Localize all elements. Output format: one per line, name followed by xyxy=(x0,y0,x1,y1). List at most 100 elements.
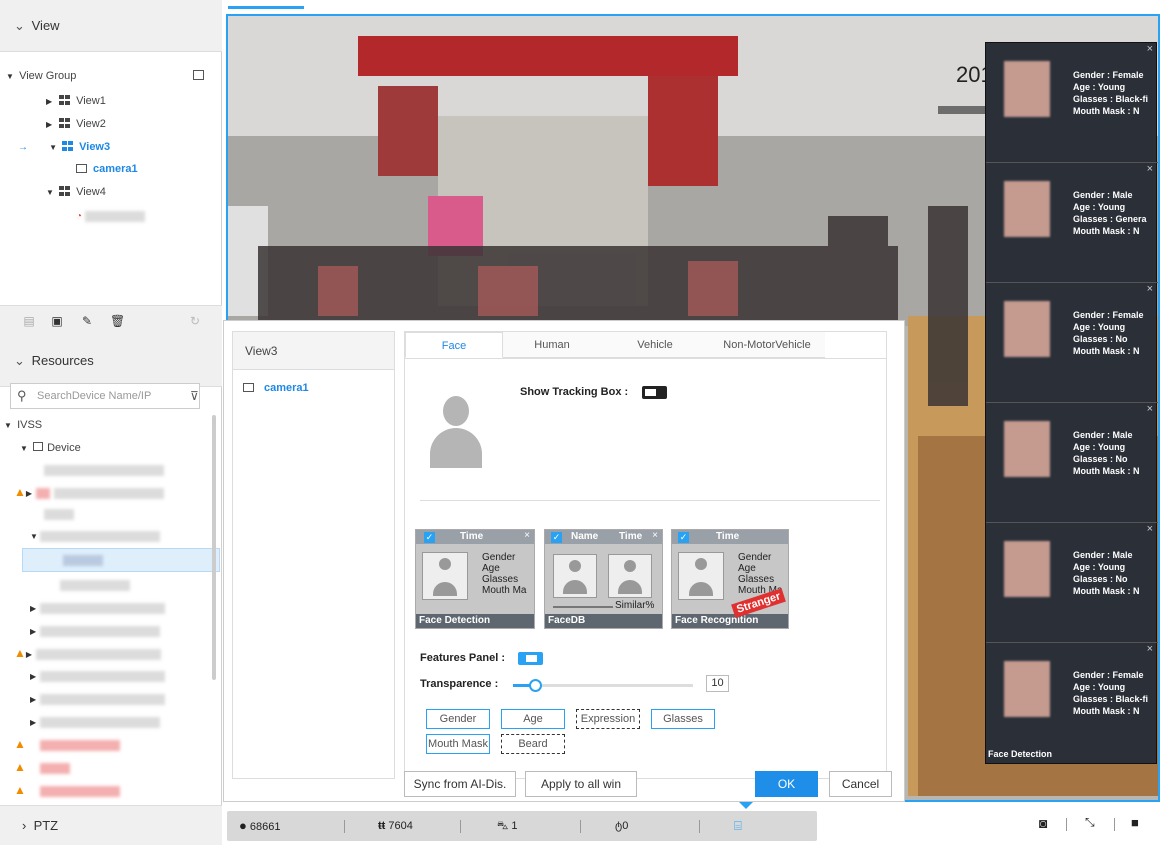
cancel-button[interactable]: Cancel xyxy=(829,771,892,797)
tree-item-label: View3 xyxy=(79,141,111,153)
sample-name-label: Name xyxy=(571,531,599,542)
list-item[interactable]: ▶ xyxy=(30,665,165,687)
people-count[interactable]: ● 68661 xyxy=(239,811,281,841)
transparence-slider-handle[interactable] xyxy=(528,679,542,692)
tab-face[interactable]: Face xyxy=(405,332,503,358)
divider xyxy=(420,500,880,501)
display-settings-icon[interactable]: ⌸ xyxy=(734,811,742,841)
checkbox-checked-icon[interactable]: ✓ xyxy=(551,532,562,543)
warning-icon: ▲ xyxy=(14,783,26,797)
transparence-value-field[interactable]: 10 xyxy=(706,675,729,692)
snapshot-icon[interactable]: ◙ xyxy=(1039,815,1047,831)
tag-age[interactable]: Age xyxy=(501,709,565,729)
sample-header: ✓ Name Time × xyxy=(545,530,662,544)
face-detection-column: × Gender : Female Age : Young Glasses : Bl… xyxy=(985,42,1158,764)
close-icon[interactable]: × xyxy=(1147,163,1153,175)
crowd-count-value: 7604 xyxy=(388,820,413,832)
scrollbar[interactable] xyxy=(212,415,216,680)
vehicle-count[interactable]: ⛍ 1 xyxy=(497,811,518,841)
copy-icon[interactable]: ▤ xyxy=(22,314,36,328)
window-icon[interactable] xyxy=(193,70,204,80)
tree-item-camera1[interactable]: camera1 xyxy=(76,158,138,180)
sample-header: ✓ Time × xyxy=(416,530,534,544)
face-card[interactable]: × Gender : Male Age : Young Glasses : No Mo… xyxy=(986,523,1158,643)
list-item[interactable]: ▲▶ xyxy=(14,481,164,503)
search-input[interactable]: ⚲ SearchDevice Name/IP xyxy=(10,383,200,409)
tree-item-view3[interactable]: → ▼ View3 xyxy=(18,136,110,158)
list-item[interactable]: ▶ xyxy=(30,620,160,642)
tab-vehicle[interactable]: Vehicle xyxy=(601,332,709,358)
resources-section-header[interactable]: ⌄ Resources xyxy=(0,335,222,387)
face-placeholder-icon xyxy=(553,554,597,598)
tag-expression[interactable]: Expression xyxy=(576,709,640,729)
list-item[interactable]: ▶ xyxy=(30,711,160,733)
edit-icon[interactable]: ✎ xyxy=(80,314,94,328)
list-item[interactable]: ▶ xyxy=(30,597,165,619)
delete-icon[interactable]: 🗑 xyxy=(110,314,125,328)
face-placeholder-icon xyxy=(678,552,724,600)
transparence-slider-track[interactable] xyxy=(513,679,693,692)
tag-beard[interactable]: Beard xyxy=(501,734,565,754)
tab-non-motor-vehicle[interactable]: Non-MotorVehicle xyxy=(709,332,825,358)
expand-triangle-icon: ▼ xyxy=(49,143,57,152)
face-thumbnail xyxy=(1004,541,1050,597)
show-tracking-box-toggle[interactable] xyxy=(642,386,667,399)
fullscreen-icon[interactable]: ⤡ xyxy=(1085,815,1095,830)
tree-item-label: IVSS xyxy=(17,419,43,431)
checkbox-checked-icon[interactable]: ✓ xyxy=(424,532,435,543)
tag-mouth-mask[interactable]: Mouth Mask xyxy=(426,734,490,754)
tree-item-view4[interactable]: ▼ View4 xyxy=(46,181,106,203)
list-item[interactable]: ▲ xyxy=(14,756,70,778)
add-view-icon[interactable]: ▣ xyxy=(50,314,64,328)
tag-gender[interactable]: Gender xyxy=(426,709,490,729)
list-item[interactable]: ▲▶ xyxy=(14,642,161,664)
face-card[interactable]: × Gender : Male Age : Young Glasses : Gene… xyxy=(986,163,1158,283)
face-thumbnail xyxy=(1004,61,1050,117)
sample-header: ✓ Time xyxy=(672,530,788,544)
face-card[interactable]: × Gender : Male Age : Young Glasses : No Mo… xyxy=(986,403,1158,523)
close-icon[interactable]: × xyxy=(1147,403,1153,415)
face-card[interactable]: × Gender : Female Age : Young Glasses : No… xyxy=(986,283,1158,403)
view-grid-icon xyxy=(62,141,74,151)
tree-item-view1[interactable]: ▶ View1 xyxy=(46,90,106,112)
ok-button[interactable]: OK xyxy=(755,771,818,797)
window-settings-icon[interactable]: ■ xyxy=(1131,815,1139,830)
tree-item-offline-camera[interactable]: ◔ xyxy=(76,205,146,227)
refresh-icon[interactable]: ↻ xyxy=(188,314,202,328)
list-item[interactable] xyxy=(44,459,164,481)
list-item[interactable] xyxy=(44,503,74,525)
tree-item-view2[interactable]: ▶ View2 xyxy=(46,113,106,135)
selected-tree-row[interactable] xyxy=(22,548,220,572)
view-list-camera[interactable]: camera1 xyxy=(243,382,309,394)
tree-root-ivss[interactable]: ▼ IVSS xyxy=(4,414,42,436)
face-card[interactable]: × Gender : Female Age : Young Glasses : Bl… xyxy=(986,43,1158,163)
sync-from-ai-button[interactable]: Sync from AI-Dis. xyxy=(404,771,516,797)
tab-human[interactable]: Human xyxy=(503,332,601,358)
list-item[interactable]: ▲ xyxy=(14,733,120,755)
close-icon[interactable]: × xyxy=(1147,643,1153,655)
list-item[interactable]: ▼ xyxy=(30,525,160,547)
close-icon[interactable]: × xyxy=(1147,523,1153,535)
view-group[interactable]: ▼ View Group xyxy=(6,65,76,87)
list-item[interactable] xyxy=(60,574,130,596)
sample-time-label: Time xyxy=(619,531,643,542)
camera-icon xyxy=(243,383,254,392)
camera-label: camera1 xyxy=(264,382,309,394)
tag-glasses[interactable]: Glasses xyxy=(651,709,715,729)
close-icon[interactable]: × xyxy=(1147,283,1153,295)
list-item[interactable]: ▲ xyxy=(14,779,120,801)
close-icon[interactable]: × xyxy=(1147,43,1153,55)
sample-attributes: Gender Age Glasses Mouth Ma xyxy=(482,552,527,596)
view-section-header[interactable]: ⌄ View xyxy=(0,0,222,52)
apply-to-all-button[interactable]: Apply to all win xyxy=(525,771,637,797)
filter-icon[interactable]: ⊽ xyxy=(190,389,199,403)
tree-item-device[interactable]: ▼ Device xyxy=(20,437,81,459)
bike-count[interactable]: ტ0 xyxy=(615,811,628,841)
face-card[interactable]: × Gender : Female Age : Young Glasses : Bl… xyxy=(986,643,1158,763)
list-item[interactable]: ▶ xyxy=(30,688,165,710)
features-panel-toggle[interactable] xyxy=(518,652,543,665)
ptz-section-header[interactable]: › PTZ xyxy=(0,805,222,845)
search-icon: ⚲ xyxy=(17,388,27,403)
crowd-count[interactable]: ŧŧ 7604 xyxy=(378,811,413,841)
checkbox-checked-icon[interactable]: ✓ xyxy=(678,532,689,543)
